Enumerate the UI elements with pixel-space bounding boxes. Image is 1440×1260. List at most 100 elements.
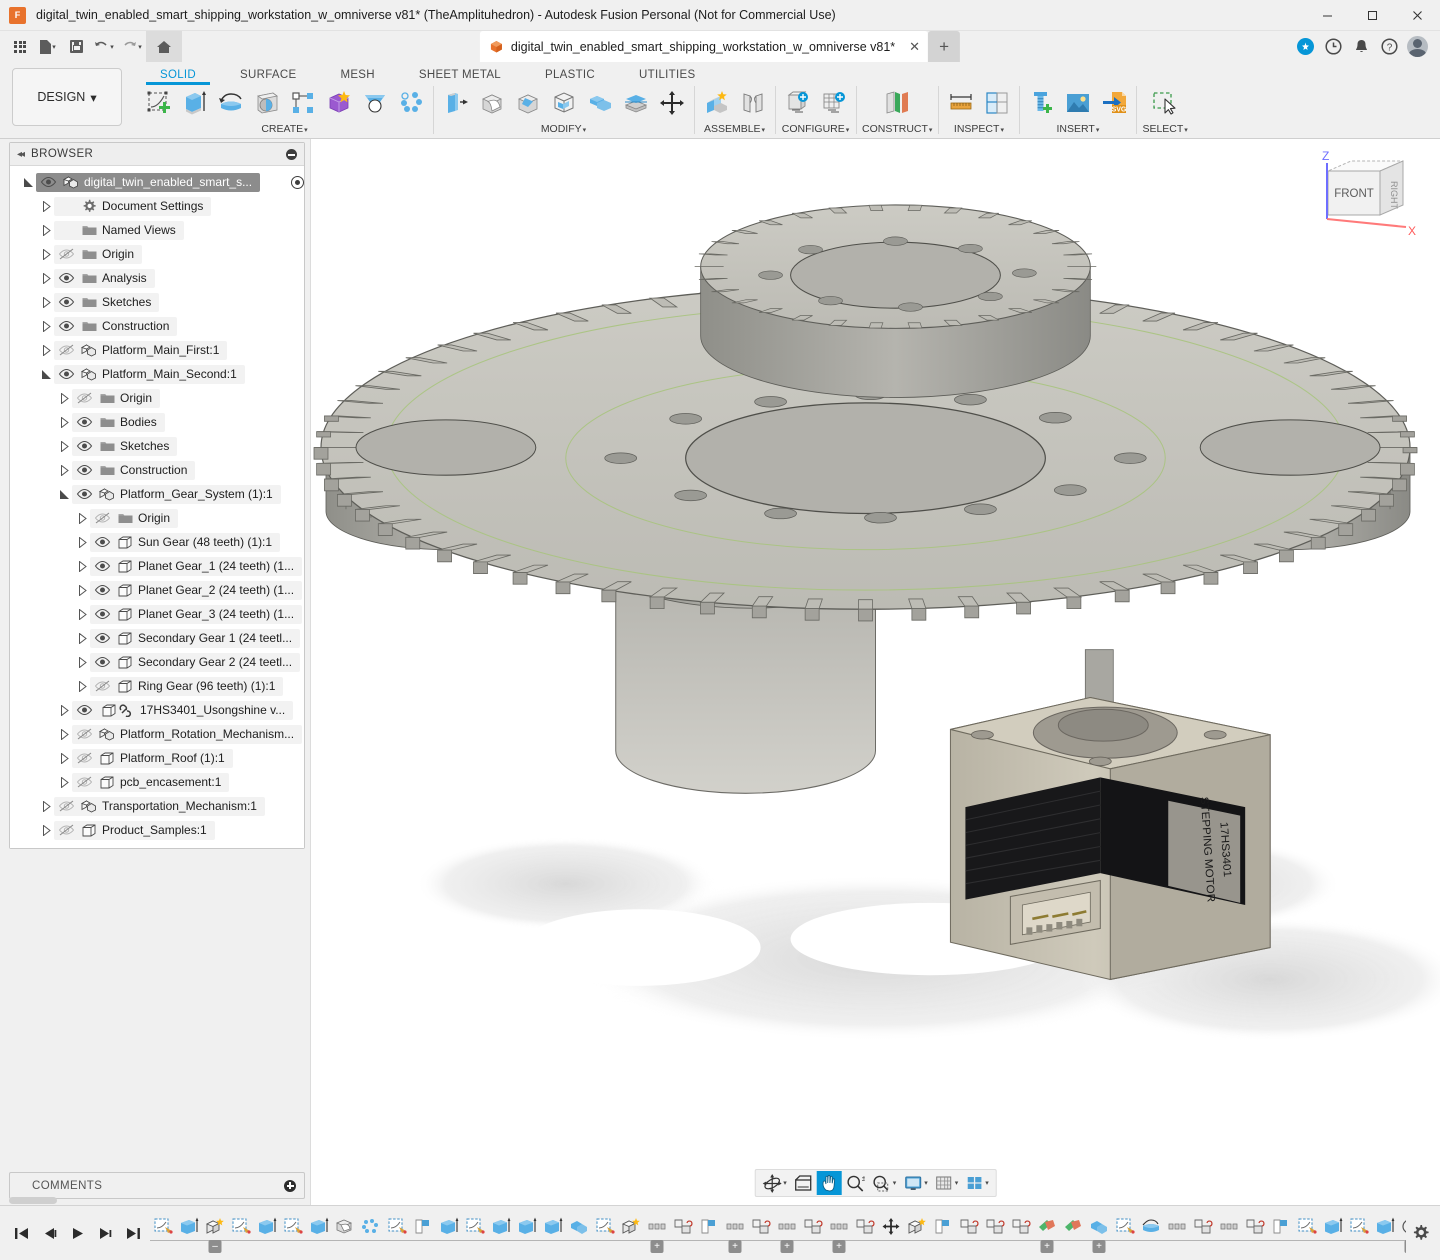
timeline-group-marker[interactable]: +: [651, 1240, 664, 1253]
joint-feature[interactable]: [748, 1211, 774, 1241]
chevron-collapsed-icon[interactable]: [38, 249, 54, 260]
eye-visible-icon[interactable]: [90, 584, 114, 596]
move-copy-icon[interactable]: [655, 86, 688, 119]
joint-feature[interactable]: [670, 1211, 696, 1241]
group-feature[interactable]: +: [774, 1211, 800, 1241]
tab-sheet-metal[interactable]: SHEET METAL: [397, 69, 523, 84]
eye-visible-icon[interactable]: [90, 536, 114, 548]
chevron-collapsed-icon[interactable]: [38, 825, 54, 836]
select-cursor-icon[interactable]: [1149, 86, 1182, 119]
fillet-feature[interactable]: [332, 1211, 358, 1241]
timeline-group-marker[interactable]: –: [209, 1240, 222, 1253]
close-icon[interactable]: ✕: [909, 40, 920, 53]
look-at-icon[interactable]: [791, 1171, 816, 1195]
chevron-collapsed-icon[interactable]: [56, 465, 72, 476]
chevron-collapsed-icon[interactable]: [74, 537, 90, 548]
group-feature[interactable]: +: [644, 1211, 670, 1241]
timeline-group-marker[interactable]: +: [1041, 1240, 1054, 1253]
tree-item[interactable]: Platform_Roof (1):1: [10, 746, 304, 770]
joint-feature[interactable]: [800, 1211, 826, 1241]
link-feature[interactable]: +: [1398, 1211, 1406, 1241]
timeline-group-marker[interactable]: +: [1405, 1240, 1407, 1253]
eye-visible-icon[interactable]: [90, 608, 114, 620]
help-icon[interactable]: ?: [1378, 36, 1400, 58]
extrude-feature[interactable]: [254, 1211, 280, 1241]
chevron-collapsed-icon[interactable]: [38, 801, 54, 812]
chevron-collapsed-icon[interactable]: [74, 657, 90, 668]
combine-green-feature[interactable]: [1060, 1211, 1086, 1241]
chevron-collapsed-icon[interactable]: [56, 753, 72, 764]
timeline-settings-gear-icon[interactable]: [1406, 1224, 1440, 1243]
combine-feature[interactable]: +: [1086, 1211, 1112, 1241]
tree-item[interactable]: Construction: [10, 458, 304, 482]
new-component-feature[interactable]: [904, 1211, 930, 1241]
tree-item[interactable]: 17HS3401_Usongshine v...: [10, 698, 304, 722]
extrude-feature[interactable]: [514, 1211, 540, 1241]
tree-item[interactable]: Platform_Gear_System (1):1: [10, 482, 304, 506]
group-feature[interactable]: +: [722, 1211, 748, 1241]
revolve-feature[interactable]: [1138, 1211, 1164, 1241]
tree-item[interactable]: Platform_Rotation_Mechanism...: [10, 722, 304, 746]
zoom-icon[interactable]: ±: [843, 1171, 868, 1195]
add-comment-icon[interactable]: [284, 1180, 296, 1192]
maximize-button[interactable]: [1350, 0, 1395, 31]
plane-feature[interactable]: [1268, 1211, 1294, 1241]
tree-item[interactable]: Analysis: [10, 266, 304, 290]
combine-green-feature[interactable]: +: [1034, 1211, 1060, 1241]
insert-svg-icon[interactable]: SVG: [1097, 86, 1130, 119]
sketch-feature[interactable]: [1112, 1211, 1138, 1241]
chevron-collapsed-icon[interactable]: [38, 201, 54, 212]
sweep-icon[interactable]: [250, 86, 283, 119]
viewports-icon[interactable]: ▾: [962, 1171, 992, 1195]
sketch-feature[interactable]: [1346, 1211, 1372, 1241]
joint-feature[interactable]: [1008, 1211, 1034, 1241]
chamfer-icon[interactable]: [511, 86, 544, 119]
tree-item[interactable]: Planet Gear_2 (24 teeth) (1...: [10, 578, 304, 602]
app-grid-icon[interactable]: [6, 34, 34, 60]
chevron-collapsed-icon[interactable]: [74, 561, 90, 572]
chevron-collapsed-icon[interactable]: [38, 273, 54, 284]
timeline-step-back-button[interactable]: [36, 1220, 62, 1246]
chevron-collapsed-icon[interactable]: [74, 609, 90, 620]
eye-hidden-icon[interactable]: [72, 392, 96, 404]
eye-hidden-icon[interactable]: [90, 680, 114, 692]
zoom-window-icon[interactable]: ▾: [869, 1171, 900, 1195]
rectangular-pattern-icon[interactable]: [286, 86, 319, 119]
tree-item[interactable]: Sketches: [10, 290, 304, 314]
eye-hidden-icon[interactable]: [54, 824, 78, 836]
collapse-panel-icon[interactable]: ◂◂: [17, 149, 23, 160]
tree-item[interactable]: Secondary Gear 1 (24 teetl...: [10, 626, 304, 650]
pattern-feature[interactable]: [358, 1211, 384, 1241]
eye-hidden-icon[interactable]: [72, 776, 96, 788]
tree-item[interactable]: Origin: [10, 506, 304, 530]
eye-hidden-icon[interactable]: [54, 248, 78, 260]
tree-item[interactable]: Sun Gear (48 teeth) (1):1: [10, 530, 304, 554]
save-icon[interactable]: [62, 34, 90, 60]
minimize-panel-icon[interactable]: [286, 149, 297, 160]
timeline-go-end-button[interactable]: [120, 1220, 146, 1246]
new-component-feature[interactable]: –: [202, 1211, 228, 1241]
eye-hidden-icon[interactable]: [54, 344, 78, 356]
3d-viewport[interactable]: STEPPING MOTOR 17HS3401: [310, 139, 1440, 1205]
eye-visible-icon[interactable]: [54, 368, 78, 380]
eye-visible-icon[interactable]: [72, 704, 96, 716]
section-analysis-icon[interactable]: [980, 86, 1013, 119]
extrude-feature[interactable]: [306, 1211, 332, 1241]
chevron-collapsed-icon[interactable]: [38, 345, 54, 356]
new-component-icon[interactable]: [700, 86, 733, 119]
combine-icon[interactable]: [583, 86, 616, 119]
tree-item[interactable]: digital_twin_enabled_smart_s...: [10, 170, 304, 194]
document-tab[interactable]: digital_twin_enabled_smart_shipping_work…: [480, 31, 928, 62]
notifications-bell-icon[interactable]: [1350, 36, 1372, 58]
chevron-expanded-icon[interactable]: [20, 177, 36, 188]
tree-item[interactable]: Origin: [10, 386, 304, 410]
extrude-feature[interactable]: [176, 1211, 202, 1241]
tree-item[interactable]: Sketches: [10, 434, 304, 458]
timeline-go-start-button[interactable]: [8, 1220, 34, 1246]
insert-mcmaster-part-icon[interactable]: [1025, 86, 1058, 119]
cylinder-primitive-icon[interactable]: [358, 86, 391, 119]
split-face-icon[interactable]: [619, 86, 652, 119]
avatar[interactable]: [1406, 36, 1428, 58]
measure-icon[interactable]: [944, 86, 977, 119]
chevron-collapsed-icon[interactable]: [74, 633, 90, 644]
